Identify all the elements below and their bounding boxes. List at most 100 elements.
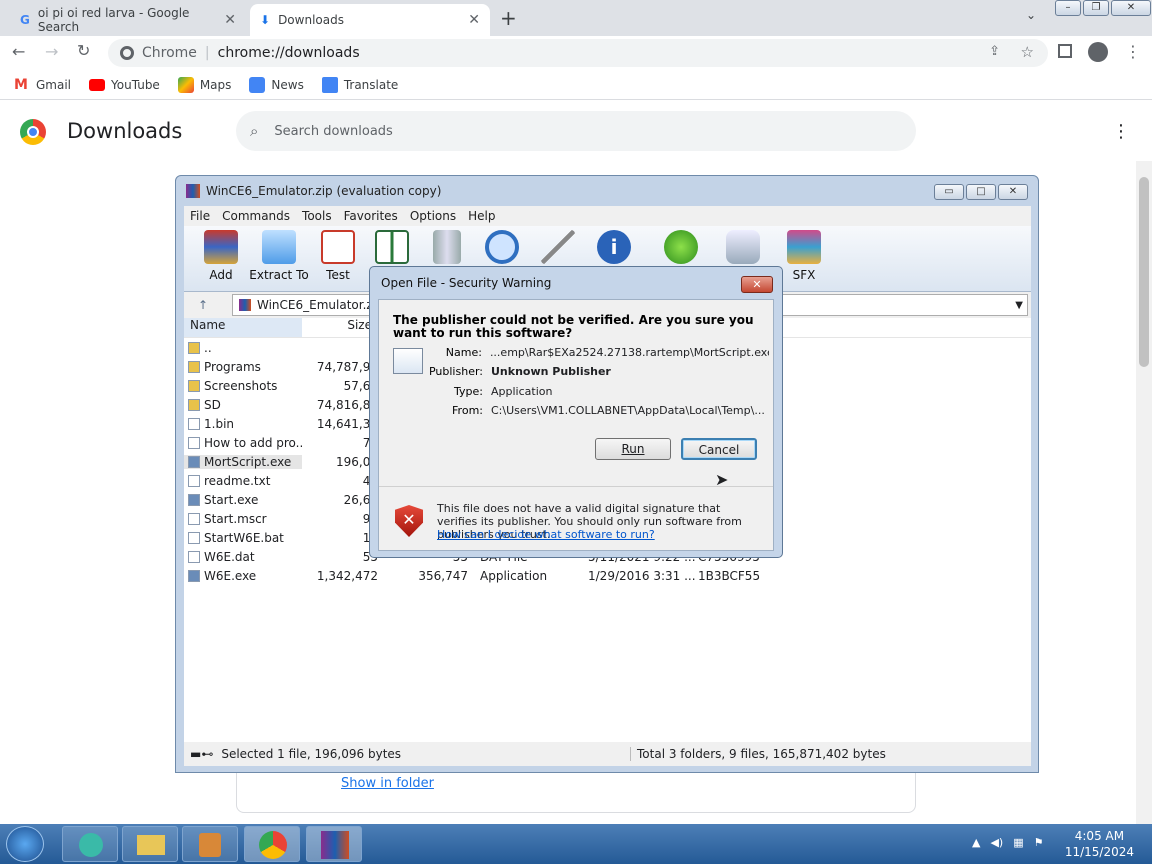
add-button[interactable]: Add — [189, 230, 253, 282]
bookmark-maps[interactable]: Maps — [177, 76, 231, 93]
wizard-button[interactable] — [526, 230, 590, 268]
decide-help-link[interactable]: How can I decide what software to run? — [437, 528, 655, 541]
search-downloads-input[interactable]: ⌕ Search downloads — [236, 111, 916, 151]
winrar-statusbar: ▬⊷ Selected 1 file, 196,096 bytes Total … — [184, 742, 1031, 766]
cell-text: MortScript.exe — [204, 454, 292, 469]
cell-name: Start.mscr — [184, 512, 302, 526]
menu-favorites[interactable]: Favorites — [344, 209, 398, 223]
path-text: WinCE6_Emulator.zip — [257, 298, 384, 312]
run-button[interactable]: Run — [595, 438, 671, 460]
maximize-icon[interactable]: ❐ — [1083, 0, 1109, 16]
taskbar-winrar[interactable] — [306, 826, 362, 862]
up-folder-icon[interactable]: ↑ — [198, 298, 208, 312]
bookmark-star-icon[interactable]: ☆ — [1021, 43, 1034, 61]
dropdown-arrow-icon[interactable]: ▼ — [1015, 300, 1023, 311]
info-button[interactable]: i — [582, 230, 646, 268]
scrollbar-thumb[interactable] — [1139, 177, 1149, 367]
tab-strip: G oi pi oi red larva - Google Search ✕ ⬇… — [0, 0, 1152, 36]
folder-icon — [262, 230, 296, 264]
menu-tools[interactable]: Tools — [302, 209, 332, 223]
dialog-body: The publisher could not be verified. Are… — [378, 299, 774, 551]
sfx-icon — [787, 230, 821, 264]
share-icon[interactable]: ⇪ — [989, 44, 1000, 59]
cell-size: 97 — [302, 512, 378, 526]
side-panel-icon[interactable] — [1058, 44, 1072, 58]
column-size[interactable]: Size — [302, 318, 372, 337]
bookmark-translate[interactable]: Translate — [321, 76, 398, 93]
start-button[interactable] — [6, 826, 44, 862]
forward-icon[interactable]: → — [45, 42, 58, 61]
system-tray: ▲ ◀) ▦ ⚑ — [972, 836, 1044, 849]
virus-scan-button[interactable] — [649, 230, 713, 268]
cell-modified: 1/29/2016 3:31 ... — [588, 568, 696, 583]
more-actions-icon[interactable]: ⋮ — [1112, 121, 1130, 142]
taskbar-app-1[interactable] — [62, 826, 118, 862]
tab-label: oi pi oi red larva - Google Search — [37, 6, 190, 34]
bookmark-gmail[interactable]: M Gmail — [14, 77, 71, 93]
show-in-folder-link[interactable]: Show in folder — [341, 776, 434, 791]
menu-kebab-icon[interactable]: ⋮ — [1125, 42, 1141, 61]
menu-file[interactable]: File — [190, 209, 210, 223]
close-icon[interactable]: ✕ — [998, 184, 1028, 200]
minimize-icon[interactable]: – — [1055, 0, 1081, 16]
cell-text: readme.txt — [204, 473, 271, 488]
application-icon — [188, 569, 200, 582]
cell-text: How to add pro... — [204, 435, 302, 450]
menu-commands[interactable]: Commands — [222, 209, 290, 223]
back-icon[interactable]: ← — [12, 42, 25, 61]
taskbar-media-player[interactable] — [182, 826, 238, 862]
new-tab-icon[interactable]: + — [500, 6, 517, 30]
action-center-icon[interactable]: ⚑ — [1034, 836, 1044, 849]
bookmark-news[interactable]: News — [249, 76, 304, 93]
dialog-close-icon[interactable]: ✕ — [741, 276, 773, 293]
network-icon[interactable]: ▦ — [1013, 836, 1023, 849]
page-scrollbar[interactable] — [1136, 161, 1152, 824]
translate-icon — [321, 76, 338, 93]
cell-packed: 356,747 — [418, 568, 468, 583]
type-field: Type: Application — [419, 385, 769, 398]
cell-name: .. — [184, 341, 302, 355]
cell-name: How to add pro... — [184, 436, 302, 450]
minimize-icon[interactable]: ▭ — [934, 184, 964, 200]
cell-name: W6E.dat — [184, 550, 302, 564]
volume-icon[interactable]: ◀) — [990, 836, 1003, 849]
winrar-window-controls: ▭ □ ✕ — [934, 184, 1028, 200]
profile-avatar-icon[interactable] — [1088, 42, 1108, 62]
winrar-title: WinCE6_Emulator.zip (evaluation copy) — [206, 184, 442, 198]
tool-label: SFX — [792, 268, 816, 282]
column-name[interactable]: Name — [184, 318, 302, 337]
taskbar-clock[interactable]: 4:05 AM 11/15/2024 — [1065, 828, 1134, 860]
omnibox-url: chrome://downloads — [217, 45, 360, 61]
tray-expand-icon[interactable]: ▲ — [972, 836, 980, 849]
reload-icon[interactable]: ↻ — [77, 41, 90, 60]
tab-google-search[interactable]: G oi pi oi red larva - Google Search ✕ — [10, 4, 246, 36]
extract-to-button[interactable]: Extract To — [247, 230, 311, 282]
media-icon — [199, 833, 221, 857]
cell-size: 196,09 — [336, 454, 378, 469]
tab-label: Downloads — [278, 13, 344, 27]
omnibox[interactable]: Chrome | chrome://downloads ⇪ ☆ — [108, 39, 1048, 67]
find-button[interactable] — [470, 230, 534, 268]
cell-text: Start.mscr — [204, 511, 267, 526]
cell-text: StartW6E.bat — [204, 530, 284, 545]
maximize-icon[interactable]: □ — [966, 184, 996, 200]
dialog-titlebar[interactable]: Open File - Security Warning — [370, 267, 782, 299]
close-icon[interactable]: ✕ — [1111, 0, 1151, 16]
winrar-titlebar[interactable]: WinCE6_Emulator.zip (evaluation copy) — [176, 176, 1038, 206]
table-row[interactable]: W6E.exe 1,342,472 356,747 Application 1/29/2… — [184, 566, 1031, 585]
folder-icon — [188, 341, 200, 354]
tab-search-icon[interactable]: ⌄ — [1026, 8, 1036, 22]
tab-downloads[interactable]: ⬇ Downloads ✕ — [250, 4, 490, 36]
status-selected: Selected 1 file, 196,096 bytes — [221, 747, 402, 761]
close-tab-icon[interactable]: ✕ — [224, 12, 236, 28]
menu-options[interactable]: Options — [410, 209, 456, 223]
menu-help[interactable]: Help — [468, 209, 495, 223]
dialog-title: Open File - Security Warning — [381, 276, 552, 290]
taskbar-chrome[interactable] — [244, 826, 300, 862]
bookmark-youtube[interactable]: YouTube — [89, 78, 160, 92]
taskbar-explorer[interactable] — [122, 826, 178, 862]
comment-button[interactable] — [711, 230, 775, 268]
close-tab-icon[interactable]: ✕ — [468, 12, 480, 28]
bookmark-label: News — [271, 77, 304, 92]
cancel-button[interactable]: Cancel — [681, 438, 757, 460]
